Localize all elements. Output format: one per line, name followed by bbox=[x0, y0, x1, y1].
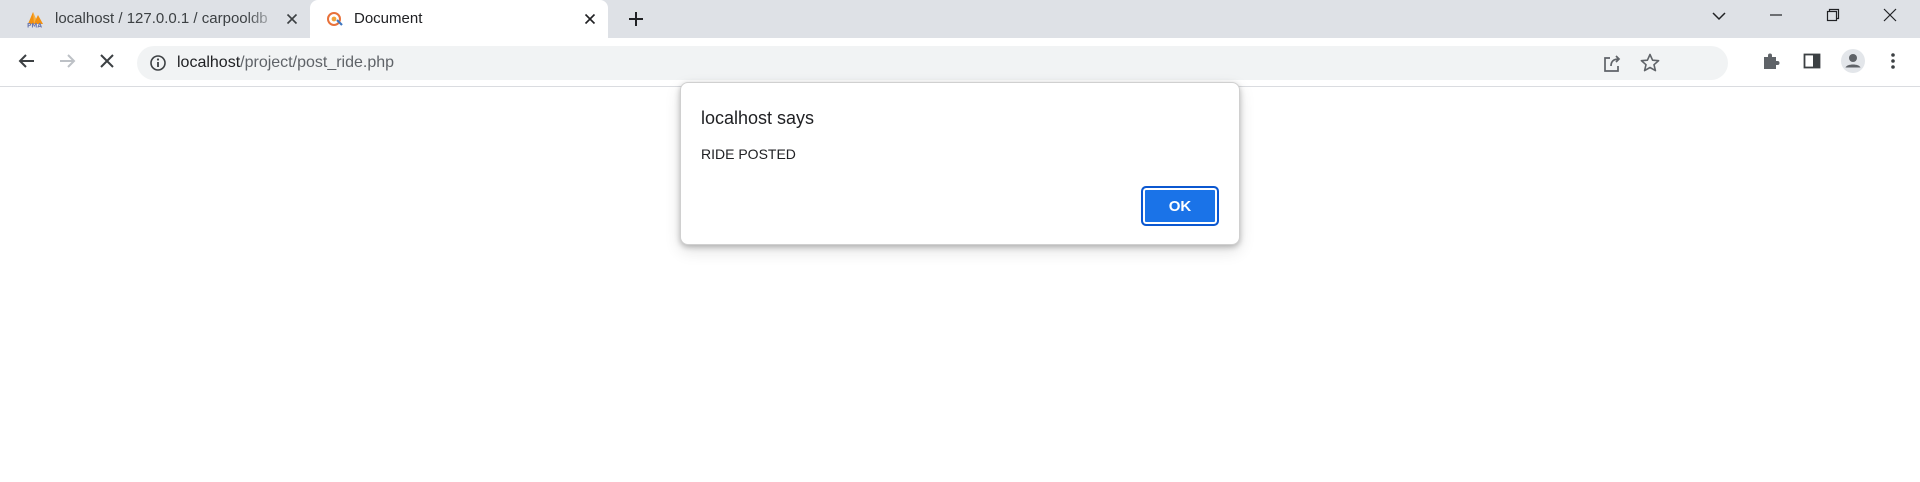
close-window-button[interactable] bbox=[1862, 0, 1918, 34]
tab-title: Document bbox=[354, 10, 423, 27]
forward-button[interactable] bbox=[52, 48, 82, 78]
new-tab-button[interactable] bbox=[622, 8, 650, 30]
restore-button[interactable] bbox=[1805, 0, 1861, 34]
tab-phpmyadmin[interactable]: PMA localhost / 127.0.0.1 / carpooldb bbox=[12, 0, 310, 38]
bookmark-star-icon[interactable] bbox=[1639, 52, 1661, 74]
tab-title: localhost / 127.0.0.1 / carpooldb bbox=[55, 10, 268, 27]
site-info-icon[interactable] bbox=[149, 54, 167, 72]
browser-toolbar: localhost/project/post_ride.php bbox=[0, 38, 1920, 87]
close-tab-icon[interactable] bbox=[582, 11, 598, 27]
side-panel-button[interactable] bbox=[1797, 48, 1827, 78]
dialog-message: RIDE POSTED bbox=[701, 146, 796, 162]
close-icon bbox=[1882, 7, 1898, 28]
extensions-button[interactable] bbox=[1756, 48, 1786, 78]
side-panel-icon bbox=[1802, 51, 1822, 76]
arrow-right-icon bbox=[57, 51, 77, 76]
svg-text:PMA: PMA bbox=[27, 23, 42, 29]
url-text[interactable]: localhost/project/post_ride.php bbox=[177, 54, 394, 72]
puzzle-icon bbox=[1761, 51, 1781, 76]
url-host: localhost bbox=[177, 54, 241, 71]
avatar bbox=[1840, 48, 1866, 79]
minimize-button[interactable] bbox=[1748, 0, 1804, 34]
restore-icon bbox=[1826, 8, 1840, 27]
page-favicon-icon bbox=[326, 10, 344, 28]
profile-button[interactable] bbox=[1838, 48, 1868, 78]
tab-search-button[interactable] bbox=[1691, 0, 1747, 34]
minimize-icon bbox=[1769, 8, 1783, 27]
chevron-down-icon bbox=[1711, 8, 1727, 26]
url-path: /project/post_ride.php bbox=[240, 54, 395, 71]
alert-dialog: localhost says RIDE POSTED OK bbox=[680, 82, 1240, 245]
arrow-left-icon bbox=[17, 51, 37, 76]
back-button[interactable] bbox=[12, 48, 42, 78]
phpmyadmin-icon: PMA bbox=[26, 10, 44, 30]
more-vert-icon bbox=[1890, 51, 1896, 76]
stop-loading-button[interactable] bbox=[92, 48, 122, 78]
tab-strip: PMA localhost / 127.0.0.1 / carpooldb Do… bbox=[0, 0, 1920, 38]
menu-button[interactable] bbox=[1878, 48, 1908, 78]
close-tab-icon[interactable] bbox=[284, 11, 300, 27]
tab-document[interactable]: Document bbox=[310, 0, 608, 38]
share-icon[interactable] bbox=[1601, 53, 1623, 75]
ok-button[interactable]: OK bbox=[1141, 186, 1219, 226]
address-bar[interactable]: localhost/project/post_ride.php bbox=[137, 46, 1728, 80]
dialog-title: localhost says bbox=[701, 108, 815, 128]
stop-x-icon bbox=[98, 52, 116, 75]
